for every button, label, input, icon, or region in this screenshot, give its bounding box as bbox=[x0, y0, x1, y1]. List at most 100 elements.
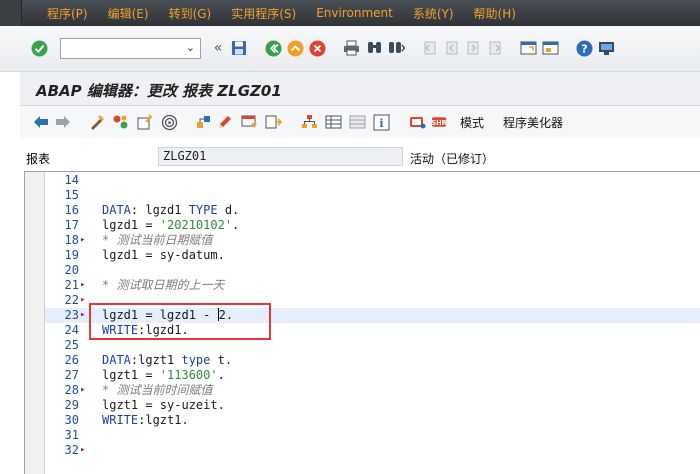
menu-item-help[interactable]: 帮助(H) bbox=[474, 5, 516, 22]
line-marker-icon[interactable]: ▸ bbox=[80, 308, 88, 323]
exit-icon[interactable] bbox=[286, 39, 304, 57]
code-token: lgzd1 = sy-datum. bbox=[102, 248, 225, 262]
cancel-icon[interactable] bbox=[308, 39, 326, 57]
line-number: 27 bbox=[64, 368, 79, 382]
code-line[interactable]: 17 lgzd1 = '20210102'. bbox=[45, 218, 700, 233]
help-icon[interactable]: ? bbox=[575, 39, 593, 57]
code-line[interactable]: 14 bbox=[45, 173, 700, 188]
keyword-token: DATA bbox=[102, 353, 131, 367]
keyword-token: WRITE bbox=[102, 413, 139, 427]
string-token: '20210102' bbox=[159, 218, 233, 232]
menu-item-system[interactable]: 系统(Y) bbox=[413, 5, 454, 22]
line-marker-icon[interactable]: ▸ bbox=[80, 383, 88, 398]
menu-item-program[interactable]: 程序(P) bbox=[47, 5, 88, 22]
code-text: lgzd1 = '20210102'. bbox=[102, 218, 239, 233]
menu-item-goto[interactable]: 转到(G) bbox=[169, 5, 212, 22]
pretty-printer-button[interactable]: 程序美化器 bbox=[503, 114, 563, 131]
line-marker-icon[interactable]: ▸ bbox=[80, 443, 88, 458]
menu-item-edit[interactable]: 编辑(E) bbox=[108, 5, 149, 22]
svg-text:i: i bbox=[379, 117, 383, 130]
line-number: 25 bbox=[64, 338, 79, 352]
code-line[interactable]: 25 bbox=[45, 338, 700, 353]
keyword-token: type bbox=[181, 353, 211, 367]
layout-icon[interactable] bbox=[597, 39, 615, 57]
hierarchy-icon[interactable] bbox=[300, 113, 318, 131]
string-token: '113600' bbox=[159, 368, 218, 382]
command-input[interactable] bbox=[61, 39, 181, 58]
pencil-icon[interactable] bbox=[216, 113, 234, 131]
code-line[interactable]: 28 ▸ * 测试当前时间赋值 bbox=[45, 383, 700, 398]
comment-token: * 测试当前时间赋值 bbox=[102, 383, 213, 397]
check-icon[interactable] bbox=[30, 39, 48, 57]
menu-item-environment[interactable]: Environment bbox=[316, 6, 393, 20]
table-icon[interactable] bbox=[348, 113, 366, 131]
application-toolbar: i SHR 模式 程序美化器 bbox=[20, 106, 700, 138]
code-token: . bbox=[217, 368, 225, 382]
line-number: 24 bbox=[64, 323, 79, 337]
editor-gutter bbox=[25, 172, 45, 474]
code-line[interactable]: 18 ▸ * 测试当前日期赋值 bbox=[45, 233, 700, 248]
find-icon[interactable] bbox=[365, 39, 383, 57]
info-icon[interactable]: i bbox=[372, 113, 390, 131]
navigation-window-icon[interactable] bbox=[240, 113, 258, 131]
line-number: 17 bbox=[64, 218, 79, 232]
line-marker-icon[interactable]: ▸ bbox=[80, 278, 88, 293]
back-nav-icon[interactable] bbox=[264, 39, 282, 57]
prev-page-icon[interactable] bbox=[442, 39, 460, 57]
code-line[interactable]: 29 lgzt1 = sy-uzeit. bbox=[45, 398, 700, 413]
shortcut-icon[interactable] bbox=[541, 39, 559, 57]
next-page-icon[interactable] bbox=[464, 39, 482, 57]
program-label: 报表 bbox=[26, 152, 51, 166]
comment-token: * 测试取日期的上一天 bbox=[102, 278, 225, 292]
code-token: lgzt1 = bbox=[102, 368, 160, 382]
new-session-icon[interactable] bbox=[519, 39, 537, 57]
back-icon[interactable]: « bbox=[209, 39, 227, 57]
print-icon[interactable] bbox=[342, 39, 360, 57]
code-line[interactable]: 31 bbox=[45, 428, 700, 443]
page-title: ABAP 编辑器：更改 报表 ZLGZ01 bbox=[36, 82, 282, 100]
code-line[interactable]: 30 WRITE:lgzt1. bbox=[45, 413, 700, 428]
line-number: 23 bbox=[64, 308, 79, 322]
first-page-icon[interactable] bbox=[420, 39, 438, 57]
code-line[interactable]: 26 DATA:lgzt1 type t. bbox=[45, 353, 700, 368]
check-syntax-icon[interactable] bbox=[111, 113, 129, 131]
line-number: 18 bbox=[64, 233, 79, 247]
code-token: :lgzt1 bbox=[130, 353, 182, 367]
command-field[interactable]: ⌄ bbox=[60, 38, 201, 59]
pattern-button[interactable]: 模式 bbox=[460, 114, 484, 131]
code-line[interactable]: 32 ▸ bbox=[45, 443, 700, 458]
code-text: DATA: lgzd1 TYPE d. bbox=[102, 203, 239, 218]
code-line[interactable]: 20 bbox=[45, 263, 700, 278]
line-number: 28 bbox=[64, 383, 79, 397]
code-text: WRITE:lgzt1. bbox=[102, 413, 189, 428]
pattern-insert-icon[interactable] bbox=[324, 113, 342, 131]
line-marker-icon[interactable]: ▸ bbox=[80, 293, 88, 308]
breakpoint-icon[interactable]: SHR bbox=[431, 113, 449, 131]
display-change-icon[interactable] bbox=[88, 113, 106, 131]
where-used-icon[interactable] bbox=[194, 113, 212, 131]
code-line[interactable]: 27 lgzt1 = '113600'. bbox=[45, 368, 700, 383]
code-line[interactable]: 19 lgzd1 = sy-datum. bbox=[45, 248, 700, 263]
debug-icon[interactable] bbox=[408, 113, 426, 131]
chevron-down-icon[interactable]: ⌄ bbox=[186, 41, 195, 54]
code-token: : lgzd1 bbox=[130, 203, 189, 217]
find-next-icon[interactable] bbox=[387, 39, 405, 57]
window-menu-icon[interactable] bbox=[0, 0, 22, 26]
code-line[interactable]: 15 bbox=[45, 188, 700, 203]
screen-title-bar: ABAP 编辑器：更改 报表 ZLGZ01 bbox=[20, 72, 700, 106]
menu-item-utilities[interactable]: 实用程序(S) bbox=[231, 5, 296, 22]
object-list-icon[interactable] bbox=[264, 113, 282, 131]
save-icon[interactable] bbox=[230, 39, 248, 57]
back-arrow-icon[interactable] bbox=[32, 113, 50, 131]
activate-icon[interactable] bbox=[135, 113, 153, 131]
highlight-annotation-box bbox=[89, 303, 271, 340]
svg-text:SHR: SHR bbox=[431, 119, 446, 127]
line-marker-icon[interactable]: ▸ bbox=[80, 233, 88, 248]
code-line[interactable]: 21 ▸ * 测试取日期的上一天 bbox=[45, 278, 700, 293]
line-number: 19 bbox=[64, 248, 79, 262]
forward-arrow-icon[interactable] bbox=[54, 113, 72, 131]
line-number: 22 bbox=[64, 293, 79, 307]
code-line[interactable]: 16 DATA: lgzd1 TYPE d. bbox=[45, 203, 700, 218]
test-icon[interactable] bbox=[160, 113, 178, 131]
last-page-icon[interactable] bbox=[486, 39, 504, 57]
